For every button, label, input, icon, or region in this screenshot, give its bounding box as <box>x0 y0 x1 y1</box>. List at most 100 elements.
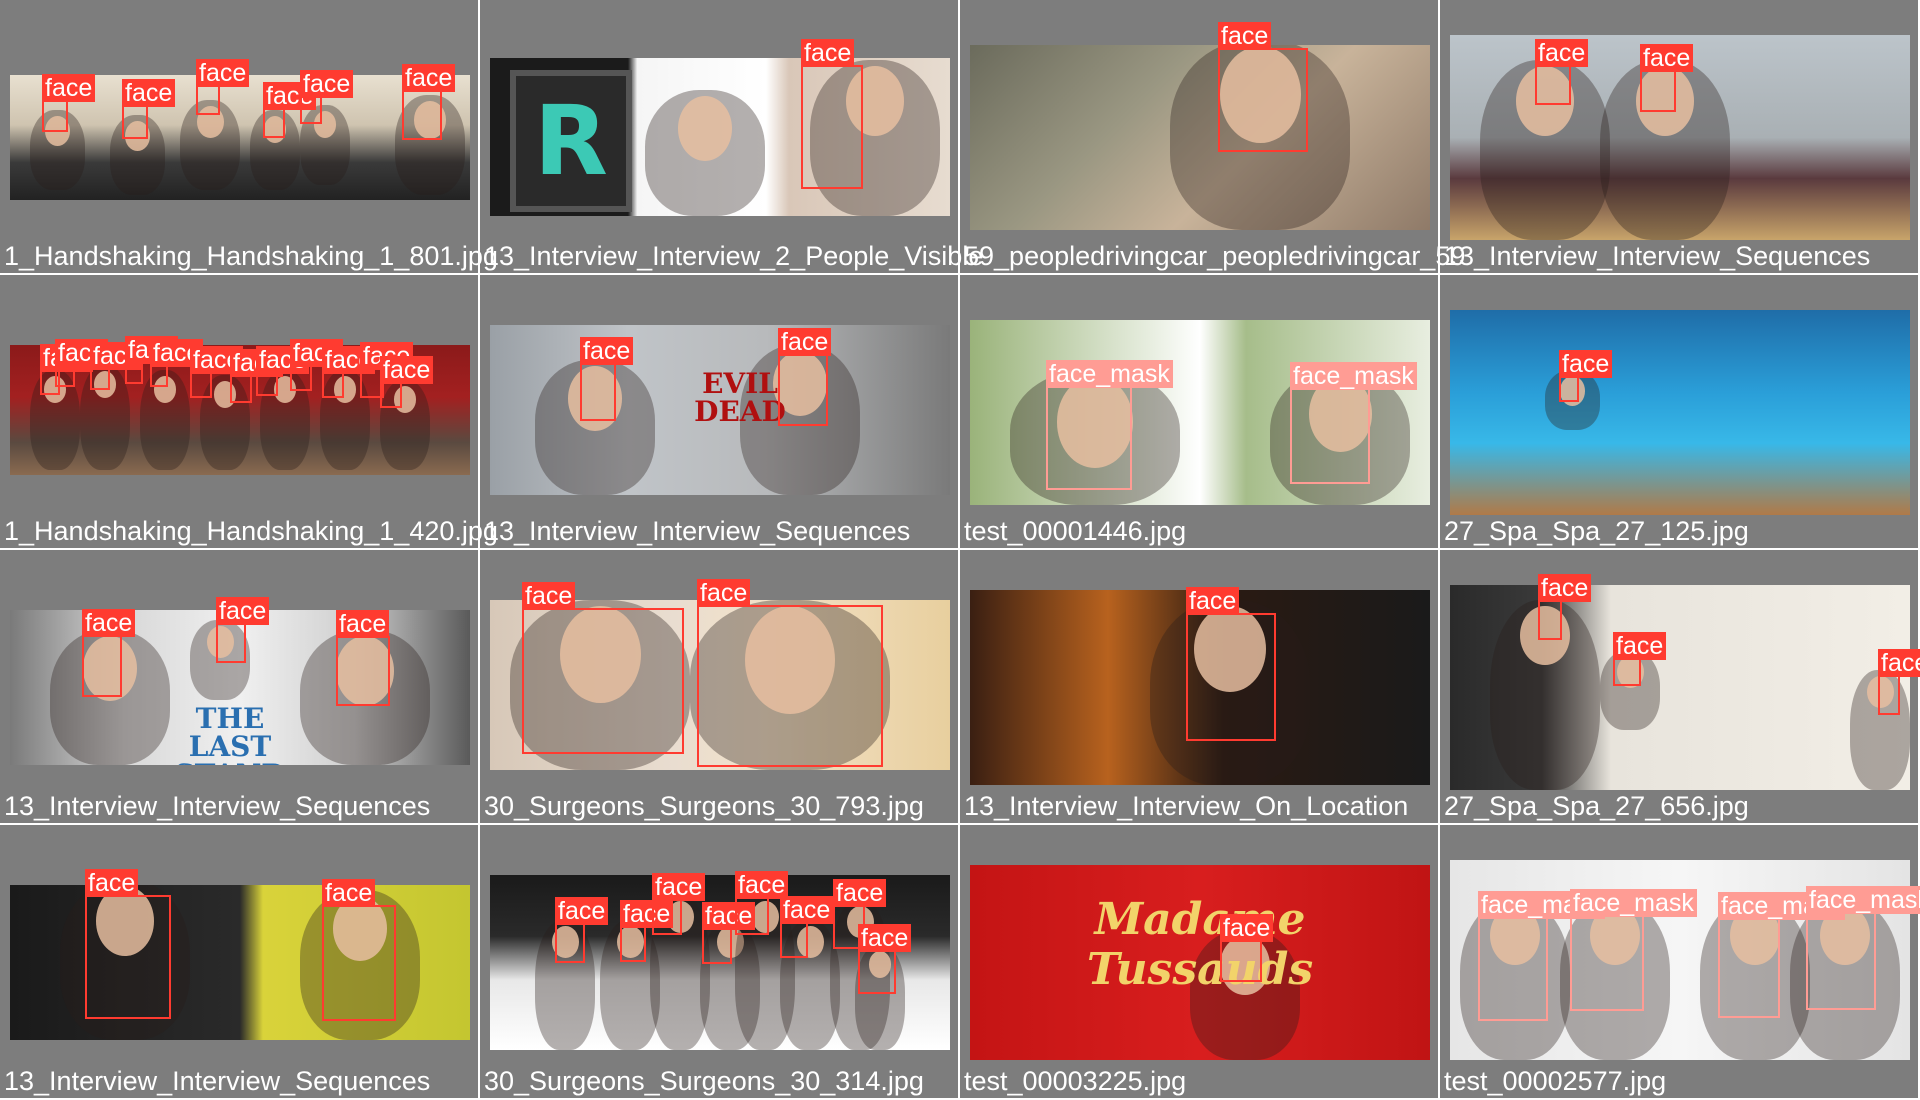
detection-label: face <box>82 609 136 637</box>
detection-label: face <box>216 597 270 625</box>
mosaic-cell: facefacefacefacefacefacefacefacefaceface… <box>0 275 498 550</box>
face-detection-box: face <box>402 64 456 140</box>
mosaic-cell: face face face face face face face face 30_Surge… <box>480 825 960 1100</box>
face-detection-box: face <box>778 328 832 426</box>
thumbnail-image: R <box>490 58 950 216</box>
image-filename: 13_Interview_Interview_Sequences <box>484 516 911 546</box>
mosaic-cell: face 59_peopledrivingcar_peopledrivingcar… <box>960 0 1465 275</box>
face-detection-box: face <box>858 924 912 994</box>
image-filename: 13_Interview_Interview_Sequences <box>4 791 431 821</box>
thumbnail-image: EVIL DEAD <box>490 325 950 495</box>
detection-label: face <box>1613 632 1667 660</box>
face-detection-box: face <box>322 346 376 398</box>
face-mask-detection-box: face_mask <box>1478 891 1605 1021</box>
thumbnail-image <box>10 885 470 1040</box>
detection-label: face <box>780 896 834 924</box>
thumbnail-image <box>970 45 1430 230</box>
face-detection-box: face <box>263 82 317 138</box>
image-filename: 30_Surgeons_Surgeons_30_314.jpg <box>484 1066 924 1096</box>
detection-label: face <box>122 79 176 107</box>
detection-label: face_mask <box>1290 362 1417 390</box>
image-filename: 13_Interview_Interview_Sequences <box>1444 241 1871 271</box>
mosaic-cell: face face 13_Interview_Interview_Sequences <box>1440 0 1920 275</box>
face-detection-box: face <box>1218 22 1308 152</box>
face-mask-detection-box: face_mask <box>1290 362 1417 484</box>
mosaic-cell: face face 13_Interview_Interview_Sequences <box>0 825 480 1100</box>
face-detection-box: face <box>300 70 354 124</box>
mosaic-cell: face_mask face_mask test_00001446.jpg <box>960 275 1440 550</box>
detection-label: face <box>735 871 789 899</box>
detection-label: face <box>196 59 250 87</box>
face-detection-box: face <box>1538 574 1592 640</box>
image-filename: test_00003225.jpg <box>964 1066 1187 1096</box>
mosaic-cell: THE LAST STAND face face face 13_Interview_I… <box>0 550 480 825</box>
person-silhouette <box>645 90 765 216</box>
detection-label: face <box>85 869 139 897</box>
face-detection-box: face <box>122 79 176 139</box>
face-detection-box: face <box>801 39 863 189</box>
face-detection-box: face <box>336 610 390 706</box>
detection-label: face <box>380 356 434 384</box>
face-detection-box: face <box>256 346 310 396</box>
detection-label: face <box>652 873 706 901</box>
face-detection-box: face <box>216 597 270 663</box>
face-detection-box: face <box>735 871 789 935</box>
detection-label: face_mask <box>1570 889 1697 917</box>
detection-label: face <box>42 74 96 102</box>
face-detection-box: face <box>90 342 144 390</box>
mosaic-grid: face face face face face face 1_Handshaking_Ha… <box>0 0 1920 1100</box>
image-filename: 27_Spa_Spa_27_125.jpg <box>1444 516 1749 546</box>
image-filename: test_00001446.jpg <box>964 516 1187 546</box>
face-detection-box: face <box>125 336 179 384</box>
face-mask-detection-box: face_mask <box>1718 892 1845 1018</box>
face-detection-box: face <box>82 609 136 697</box>
image-filename: 13_Interview_Interview_2_People_Visible <box>484 241 984 271</box>
detection-label: face <box>1538 574 1592 602</box>
detection-label: face <box>697 579 751 607</box>
detection-label: face <box>300 70 354 98</box>
face-detection-box: face <box>380 356 434 408</box>
face-detection-box: face <box>150 339 204 387</box>
detection-label: face_mask <box>1806 886 1920 914</box>
detection-label: face <box>1186 587 1240 615</box>
detection-label: face <box>833 879 887 907</box>
image-filename: 27_Spa_Spa_27_656.jpg <box>1444 791 1749 821</box>
detection-label: face <box>1535 39 1589 67</box>
face-detection-box: face <box>230 349 284 403</box>
poster-logo: Madame Tussauds <box>1086 894 1314 995</box>
face-detection-box: face <box>85 869 171 1019</box>
face-detection-box: face <box>780 896 834 958</box>
mosaic-cell: face 13_Interview_Interview_On_Location <box>960 550 1440 825</box>
face-detection-box: face <box>652 873 706 935</box>
detection-label: face <box>801 39 855 67</box>
face-detection-box: face <box>697 579 883 767</box>
face-detection-box: face <box>1613 632 1667 686</box>
face-detection-box: face <box>702 902 756 964</box>
face-blob <box>678 96 732 161</box>
mosaic-cell: EVIL DEAD face face 13_Interview_Interview_… <box>480 275 960 550</box>
image-filename: 13_Interview_Interview_On_Location <box>964 791 1409 821</box>
image-filename: 30_Surgeons_Surgeons_30_793.jpg <box>484 791 924 821</box>
detection-label: face <box>858 924 912 952</box>
face-detection-box: face <box>190 346 244 398</box>
poster-logo: THE LAST STAND <box>174 702 285 766</box>
face-detection-box: face <box>42 74 96 132</box>
face-detection-box: face <box>1220 914 1274 982</box>
mosaic-cell: face_mask face_mask face_mask face_mask test… <box>1440 825 1920 1100</box>
face-detection-box: face <box>555 897 609 963</box>
thumbnail-image <box>1450 310 1910 515</box>
face-mask-detection-box: face_mask <box>1806 886 1920 1010</box>
mosaic-cell: face face 30_Surgeons_Surgeons_30_793.jpg <box>480 550 960 825</box>
thumbnail-image <box>1450 585 1910 790</box>
image-filename: 1_Handshaking_Handshaking_1_420.jpg <box>4 516 498 546</box>
detection-label: face <box>322 879 376 907</box>
mosaic-cell: Rface 13_Interview_Interview_2_People_Vis… <box>480 0 983 275</box>
face-detection-box: face <box>196 59 250 115</box>
face-detection-box: face <box>1559 350 1613 402</box>
detection-label: face <box>555 897 609 925</box>
face-detection-box: face <box>1640 44 1694 112</box>
thumbnail-image: Madame Tussauds <box>970 865 1430 1060</box>
face-detection-box: face <box>620 900 674 962</box>
mosaic-cell: Madame Tussauds face test_00003225.jpg <box>960 825 1440 1100</box>
detection-label: face <box>1559 350 1613 378</box>
